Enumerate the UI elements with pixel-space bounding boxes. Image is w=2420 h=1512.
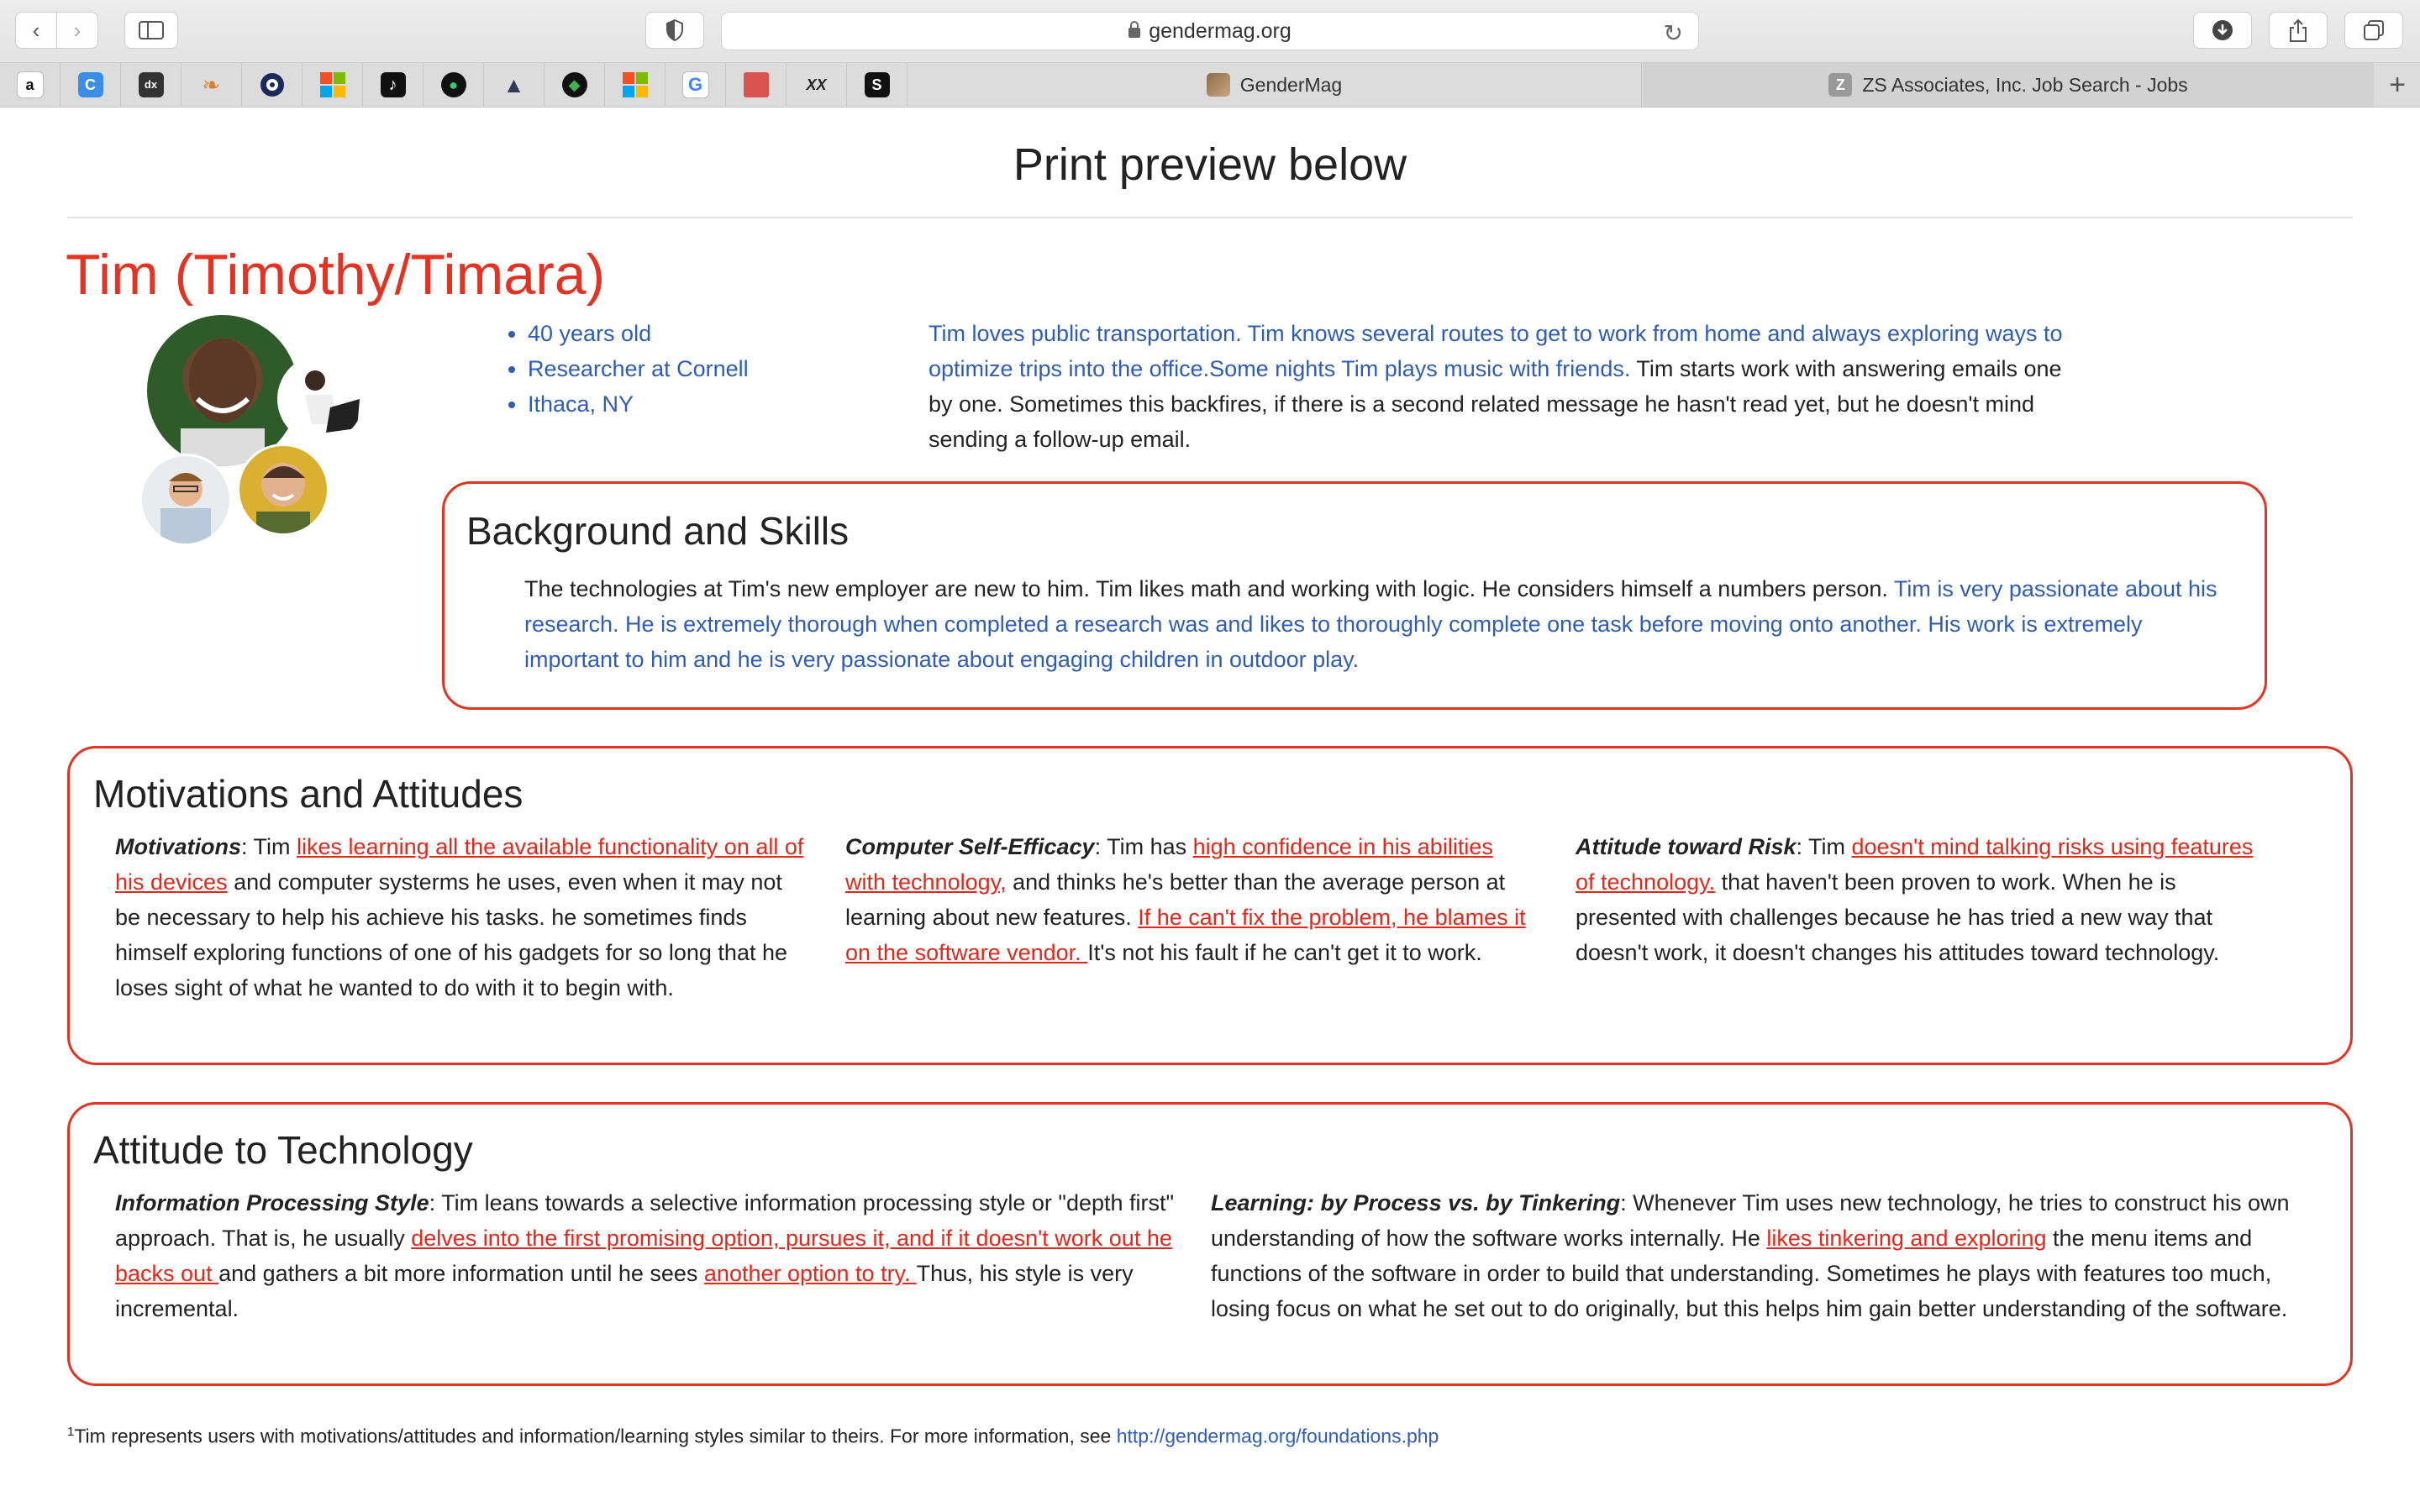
favorite-xx[interactable]: XX (786, 63, 847, 107)
new-tab-button[interactable]: + (2375, 63, 2420, 107)
download-icon (2212, 20, 2233, 40)
c-icon: C (77, 72, 103, 97)
column-label: Information Processing Style (115, 1190, 429, 1215)
feather-icon: ❧ (202, 72, 221, 97)
portrait-smiling (237, 444, 329, 536)
highlight-link[interactable]: another option to try. (704, 1261, 917, 1286)
background-text: The technologies at Tim's new employer a… (524, 571, 2230, 677)
share-button[interactable] (2269, 12, 2328, 49)
tiktok-icon: ♪ (380, 72, 406, 97)
forward-button[interactable]: › (56, 12, 98, 49)
microsoft-icon (622, 72, 648, 97)
favorite-green-circle[interactable]: ● (424, 63, 484, 107)
url-text: gendermag.org (1149, 18, 1292, 43)
footnote-text: Tim represents users with motivations/at… (74, 1425, 1117, 1447)
self-efficacy-column: Computer Self-Efficacy: Tim has high con… (845, 829, 1534, 970)
favorite-c[interactable]: C (60, 63, 121, 107)
mountain-icon: ▲ (502, 72, 525, 97)
tab-gendermag[interactable]: GenderMag (908, 63, 1642, 107)
section-heading: Background and Skills (466, 509, 850, 553)
column-label: Learning: by Process vs. by Tinkering (1211, 1190, 1621, 1215)
address-bar[interactable]: gendermag.org ↻ (721, 12, 1699, 50)
column-text: : Tim (1796, 834, 1852, 859)
section-heading: Attitude to Technology (93, 1128, 473, 1172)
section-heading: Motivations and Attitudes (93, 772, 523, 816)
google-icon: G (681, 71, 709, 98)
fact-location: Ithaca, NY (528, 386, 749, 422)
tab-bar: a C dx ❧ ♪ ● ▲ ◆ G XX S GenderMag Z ZS A… (0, 63, 2420, 108)
favorite-tiktok[interactable]: ♪ (363, 63, 424, 107)
favorite-microsoft[interactable] (302, 63, 363, 107)
sidebar-icon (139, 21, 164, 39)
z-favicon: Z (1828, 73, 1853, 97)
chevron-right-icon: › (73, 17, 82, 43)
technology-section: Attitude to Technology Information Proce… (67, 1102, 2353, 1386)
learning-style-column: Learning: by Process vs. by Tinkering: W… (1211, 1185, 2303, 1326)
reload-icon[interactable]: ↻ (1664, 19, 1683, 47)
portrait-glasses (139, 454, 232, 546)
background-black-text: The technologies at Tim's new employer a… (524, 576, 1894, 601)
background-section: Background and Skills The technologies a… (442, 481, 2267, 710)
column-label: Computer Self-Efficacy (845, 834, 1095, 859)
privacy-report-button[interactable] (645, 12, 704, 49)
favorite-s[interactable]: S (847, 63, 908, 107)
risk-column: Attitude toward Risk: Tim doesn't mind t… (1576, 829, 2265, 970)
favorite-circle[interactable] (242, 63, 302, 107)
downloads-button[interactable] (2193, 12, 2252, 49)
favorite-dx[interactable]: dx (121, 63, 182, 107)
chevron-left-icon: ‹ (32, 17, 40, 43)
shield-icon (666, 19, 683, 41)
fact-job: Researcher at Cornell (528, 351, 749, 386)
green-circle-icon: ● (440, 72, 466, 97)
browser-toolbar: ‹ › gendermag.org ↻ (0, 0, 2420, 63)
fact-age: 40 years old (528, 316, 749, 351)
column-text: : Tim has (1094, 834, 1193, 859)
dx-icon: dx (138, 72, 164, 97)
divider (67, 217, 2353, 218)
microsoft-icon (319, 72, 345, 97)
sidebar-toggle-button[interactable] (124, 12, 178, 49)
favorite-leaf[interactable]: ◆ (544, 63, 605, 107)
tab-label: GenderMag (1239, 73, 1343, 96)
column-label: Attitude toward Risk (1576, 834, 1797, 859)
favorite-feather[interactable]: ❧ (182, 63, 242, 107)
favorite-microsoft-2[interactable] (605, 63, 666, 107)
foundations-link[interactable]: http://gendermag.org/foundations.php (1117, 1425, 1439, 1447)
column-text: and gathers a bit more information until… (218, 1261, 704, 1286)
favorite-red-square[interactable] (726, 63, 786, 107)
info-processing-column: Information Processing Style: Tim leans … (115, 1185, 1191, 1326)
share-icon (2290, 18, 2307, 42)
favorite-mountain[interactable]: ▲ (484, 63, 544, 107)
favorite-amazon[interactable]: a (0, 63, 60, 107)
tab-zs-associates[interactable]: Z ZS Associates, Inc. Job Search - Jobs (1643, 63, 2374, 107)
favorite-google[interactable]: G (666, 63, 726, 107)
red-square-icon (743, 72, 769, 97)
tab-overview-button[interactable] (2344, 12, 2403, 49)
highlight-link[interactable]: likes tinkering and exploring (1766, 1226, 2046, 1251)
column-text: It's not his fault if he can't get it to… (1087, 940, 1482, 965)
plus-icon: + (2389, 68, 2406, 101)
persona-intro: Tim loves public transportation. Tim kno… (929, 316, 2071, 457)
s-icon: S (864, 72, 890, 97)
motivation-column: Motivations: Tim likes learning all the … (115, 829, 804, 1005)
tabs-icon (2364, 20, 2384, 40)
gendermag-favicon (1206, 73, 1230, 97)
ring-icon (260, 73, 284, 97)
leaf-icon: ◆ (561, 72, 587, 97)
column-text: : Tim (241, 834, 297, 859)
persona-photos (134, 312, 387, 548)
column-label: Motivations (115, 834, 242, 859)
lock-icon (1128, 21, 1141, 38)
xx-icon: XX (806, 76, 827, 93)
motivations-section: Motivations and Attitudes Motivations: T… (67, 746, 2353, 1065)
amazon-icon: a (16, 71, 44, 98)
persona-name: Tim (Timothy/Timara) (66, 243, 606, 307)
persona-facts: 40 years old Researcher at Cornell Ithac… (504, 316, 749, 422)
tab-label: ZS Associates, Inc. Job Search - Jobs (1862, 73, 2188, 96)
portrait-laptop (277, 354, 366, 444)
page-title: Print preview below (1013, 139, 1407, 190)
footnote: 1Tim represents users with motivations/a… (67, 1425, 1439, 1448)
back-button[interactable]: ‹ (15, 12, 57, 49)
